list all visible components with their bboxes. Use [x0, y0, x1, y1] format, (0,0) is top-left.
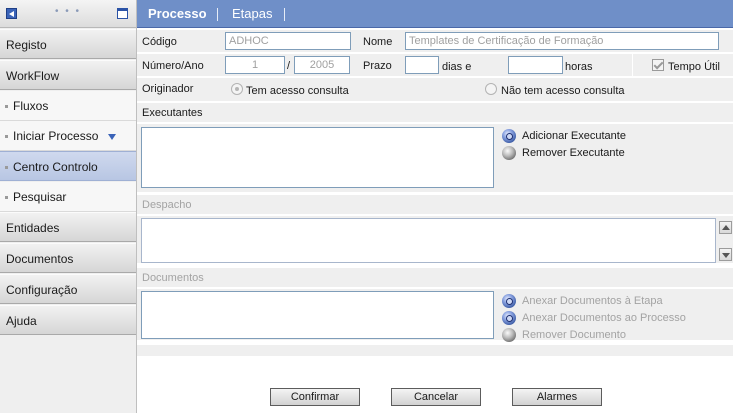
- sidebar-item-registo[interactable]: Registo: [0, 29, 136, 59]
- sidebar-item-documentos[interactable]: Documentos: [0, 243, 136, 273]
- triangle-down-icon[interactable]: [107, 133, 116, 140]
- originador-option-label: Tem acesso consulta: [246, 85, 349, 97]
- executantes-list[interactable]: [141, 127, 494, 188]
- remove-documento-action[interactable]: Remover Documento: [502, 327, 722, 343]
- despacho-section: [137, 216, 733, 264]
- originador-radio-consulta[interactable]: [231, 83, 243, 95]
- prazo-label: Prazo: [363, 60, 392, 72]
- sidebar-item-centro-controlo[interactable]: Centro Controlo: [0, 151, 136, 181]
- sidebar-item-label: Centro Controlo: [13, 160, 98, 174]
- sidebar-item-label: Iniciar Processo: [13, 129, 99, 143]
- scroll-down-icon[interactable]: [719, 248, 732, 261]
- executantes-header: Executantes: [137, 103, 733, 123]
- despacho-label: Despacho: [142, 199, 192, 211]
- nome-label: Nome: [363, 36, 393, 48]
- executantes-section: Adicionar Executante Remover Executante: [137, 124, 733, 192]
- magnifier-plus-icon: [502, 311, 516, 325]
- tab-separator: [284, 8, 285, 21]
- row-numero-prazo: Número/Ano / Prazo dias e horas Tempo Út…: [137, 54, 733, 77]
- attach-stage-action[interactable]: Anexar Documentos à Etapa: [502, 293, 722, 309]
- despacho-textarea[interactable]: [141, 218, 716, 263]
- tempo-util-label: Tempo Útil: [668, 61, 720, 73]
- magnifier-plus-icon: [502, 129, 516, 143]
- documentos-header: Documentos: [137, 268, 733, 288]
- drag-handle-dots[interactable]: • • •: [55, 6, 81, 17]
- sidebar-item-label: Registo: [6, 38, 47, 52]
- bullet-icon: [5, 166, 8, 169]
- documentos-list[interactable]: [141, 291, 494, 339]
- bullet-icon: [5, 196, 8, 199]
- main-panel: Processo Etapas Código Nome Número/Ano /…: [137, 0, 733, 413]
- nome-field[interactable]: [405, 32, 719, 50]
- magnifier-plus-icon: [502, 294, 516, 308]
- remove-documento-label: Remover Documento: [522, 329, 626, 341]
- sidebar-item-ajuda[interactable]: Ajuda: [0, 305, 136, 335]
- confirm-button[interactable]: Confirmar: [270, 388, 360, 406]
- executantes-label: Executantes: [142, 107, 203, 119]
- sidebar-item-label: Configuração: [6, 283, 78, 297]
- dias-unit-label: dias e: [442, 61, 472, 73]
- tab-bar: Processo Etapas: [137, 0, 733, 28]
- despacho-header: Despacho: [137, 195, 733, 215]
- add-executante-label: Adicionar Executante: [522, 130, 626, 142]
- tempo-util-checkbox[interactable]: [652, 59, 664, 71]
- window-icon[interactable]: [117, 8, 128, 19]
- remove-executante-action[interactable]: Remover Executante: [502, 145, 702, 161]
- sidebar-item-fluxos[interactable]: Fluxos: [0, 91, 136, 121]
- documentos-label: Documentos: [142, 272, 204, 284]
- cancel-button[interactable]: Cancelar: [391, 388, 481, 406]
- originador-option-label: Não tem acesso consulta: [501, 85, 625, 97]
- attach-stage-label: Anexar Documentos à Etapa: [522, 295, 663, 307]
- tab-separator: [217, 8, 218, 21]
- codigo-label: Código: [142, 36, 177, 48]
- prazo-dias-field[interactable]: [405, 56, 439, 74]
- horas-unit-label: horas: [565, 61, 593, 73]
- grey-ball-icon: [502, 328, 516, 342]
- numero-ano-separator: /: [287, 60, 291, 72]
- originador-radio-sem-consulta[interactable]: [485, 83, 497, 95]
- section-footer-bar: [137, 345, 733, 357]
- tab-processo[interactable]: Processo: [148, 0, 207, 28]
- sidebar-item-workflow[interactable]: WorkFlow: [0, 60, 136, 90]
- column-divider: [632, 54, 633, 77]
- remove-executante-label: Remover Executante: [522, 147, 625, 159]
- sidebar-item-label: WorkFlow: [6, 69, 60, 83]
- sidebar-item-entidades[interactable]: Entidades: [0, 212, 136, 242]
- sidebar-item-label: Pesquisar: [13, 190, 67, 204]
- numero-field[interactable]: [225, 56, 285, 74]
- ano-field[interactable]: [294, 56, 350, 74]
- sidebar-item-label: Documentos: [6, 252, 74, 266]
- sidebar-item-label: Fluxos: [13, 99, 49, 113]
- add-executante-action[interactable]: Adicionar Executante: [502, 128, 702, 144]
- attach-process-label: Anexar Documentos ao Processo: [522, 312, 686, 324]
- codigo-field[interactable]: [225, 32, 351, 50]
- sidebar-item-iniciar-processo[interactable]: Iniciar Processo: [0, 121, 136, 151]
- sidebar: • • • Registo WorkFlow Fluxos Iniciar Pr…: [0, 0, 137, 413]
- sidebar-header: • • •: [0, 0, 136, 28]
- alarms-button[interactable]: Alarmes: [512, 388, 602, 406]
- sidebar-item-label: Ajuda: [6, 314, 37, 328]
- bullet-icon: [5, 105, 8, 108]
- numero-ano-label: Número/Ano: [142, 60, 204, 72]
- documentos-section: Anexar Documentos à Etapa Anexar Documen…: [137, 289, 733, 343]
- prazo-horas-field[interactable]: [508, 56, 563, 74]
- scroll-up-icon[interactable]: [719, 221, 732, 234]
- tab-etapas[interactable]: Etapas: [232, 0, 272, 28]
- sidebar-item-label: Entidades: [6, 221, 60, 235]
- grey-ball-icon: [502, 146, 516, 160]
- sidebar-item-configuracao[interactable]: Configuração: [0, 274, 136, 304]
- bullet-icon: [5, 135, 8, 138]
- row-originador: Originador Tem acesso consulta Não tem a…: [137, 78, 733, 102]
- originador-label: Originador: [142, 83, 194, 95]
- collapse-left-icon[interactable]: [6, 8, 17, 19]
- row-codigo-nome: Código Nome: [137, 30, 733, 53]
- attach-process-action[interactable]: Anexar Documentos ao Processo: [502, 310, 722, 326]
- sidebar-item-pesquisar[interactable]: Pesquisar: [0, 182, 136, 212]
